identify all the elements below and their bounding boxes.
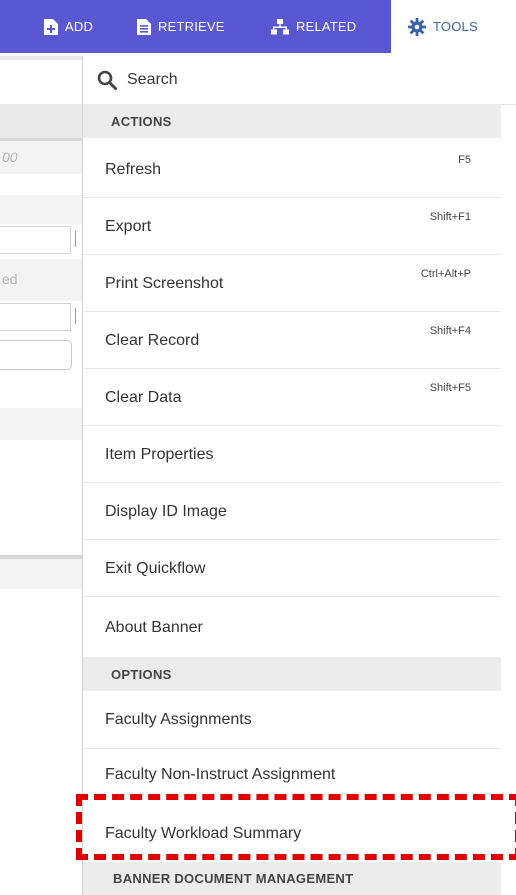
form-input-1[interactable] — [0, 226, 76, 254]
field-hint-1: 00 — [2, 149, 18, 165]
menu-item-print-screenshot[interactable]: Print Screenshot Ctrl+Alt+P — [83, 255, 501, 312]
related-label: RELATED — [296, 19, 357, 34]
menu-item-label: Refresh — [105, 161, 162, 178]
add-label: ADD — [65, 19, 94, 34]
form-field-row-2: ed — [0, 259, 82, 301]
search-input[interactable] — [125, 70, 489, 90]
retrieve-label: RETRIEVE — [158, 19, 225, 34]
menu-item-label: Export — [105, 218, 152, 235]
menu-item-label: Faculty Non-Instruct Assignment — [105, 766, 336, 783]
related-button[interactable]: RELATED — [271, 0, 356, 53]
menu-item-label: Clear Data — [105, 389, 182, 406]
field-hint-2: ed — [2, 271, 18, 287]
menu-item-label: About Banner — [105, 619, 203, 636]
menu-item-shortcut: Ctrl+Alt+P — [420, 268, 471, 280]
background-form: 00 ed — [0, 56, 82, 895]
tools-label: TOOLS — [433, 19, 478, 34]
retrieve-document-icon — [137, 18, 151, 35]
form-input-2[interactable] — [0, 303, 76, 331]
menu-item-shortcut: Shift+F1 — [429, 211, 471, 223]
form-label-row — [0, 195, 82, 224]
options-section-header: OPTIONS — [83, 657, 501, 691]
form-input-3[interactable] — [0, 340, 72, 370]
menu-item-clear-data[interactable]: Clear Data Shift+F5 — [83, 369, 501, 426]
search-icon[interactable] — [97, 70, 117, 90]
menu-item-item-properties[interactable]: Item Properties — [83, 426, 501, 483]
menu-item-label: Faculty Workload Summary — [105, 825, 302, 842]
tools-button[interactable]: TOOLS — [391, 0, 516, 53]
menu-item-display-id-image[interactable]: Display ID Image — [83, 483, 501, 540]
actions-header: ACTIONS — [111, 113, 172, 129]
form-field-row-4 — [0, 559, 82, 589]
form-section-header — [0, 104, 82, 138]
form-top-edge — [0, 56, 82, 60]
menu-item-label: Display ID Image — [105, 503, 227, 520]
menu-item-shortcut: F5 — [458, 154, 471, 166]
add-button[interactable]: ADD — [44, 0, 93, 53]
tools-menu: ACTIONS Refresh F5 Export Shift+F1 Print… — [82, 56, 516, 895]
hierarchy-icon — [271, 18, 289, 34]
menu-item-label: Faculty Assignments — [105, 711, 252, 728]
menu-item-label: Exit Quickflow — [105, 560, 206, 577]
add-document-icon — [44, 18, 58, 35]
menu-item-label: Item Properties — [105, 446, 214, 463]
options-header: OPTIONS — [111, 666, 172, 682]
menu-item-faculty-workload-summary[interactable]: Faculty Workload Summary — [83, 802, 501, 858]
menu-item-label: Clear Record — [105, 332, 200, 349]
top-toolbar: ADD RETRIEVE RELATED TOOLS — [0, 0, 516, 53]
menu-item-label: Print Screenshot — [105, 275, 224, 292]
menu-item-export[interactable]: Export Shift+F1 — [83, 198, 501, 255]
form-field-row-3 — [0, 408, 82, 440]
actions-section-header: ACTIONS — [83, 104, 501, 138]
menu-item-clear-record[interactable]: Clear Record Shift+F4 — [83, 312, 501, 369]
menu-item-exit-quickflow[interactable]: Exit Quickflow — [83, 540, 501, 597]
menu-item-refresh[interactable]: Refresh F5 — [83, 141, 501, 198]
retrieve-button[interactable]: RETRIEVE — [137, 0, 225, 53]
bdm-section-header: BANNER DOCUMENT MANAGEMENT — [83, 862, 501, 895]
menu-item-faculty-assignments[interactable]: Faculty Assignments — [83, 691, 501, 749]
menu-item-about-banner[interactable]: About Banner — [83, 597, 501, 657]
form-field-row: 00 — [0, 141, 82, 174]
gear-icon — [408, 17, 426, 36]
bdm-header: BANNER DOCUMENT MANAGEMENT — [113, 871, 354, 886]
menu-item-faculty-non-instruct-assignment[interactable]: Faculty Non-Instruct Assignment — [83, 749, 501, 802]
menu-item-shortcut: Shift+F4 — [429, 325, 471, 337]
menu-item-shortcut: Shift+F5 — [429, 382, 471, 394]
menu-search — [83, 56, 516, 105]
